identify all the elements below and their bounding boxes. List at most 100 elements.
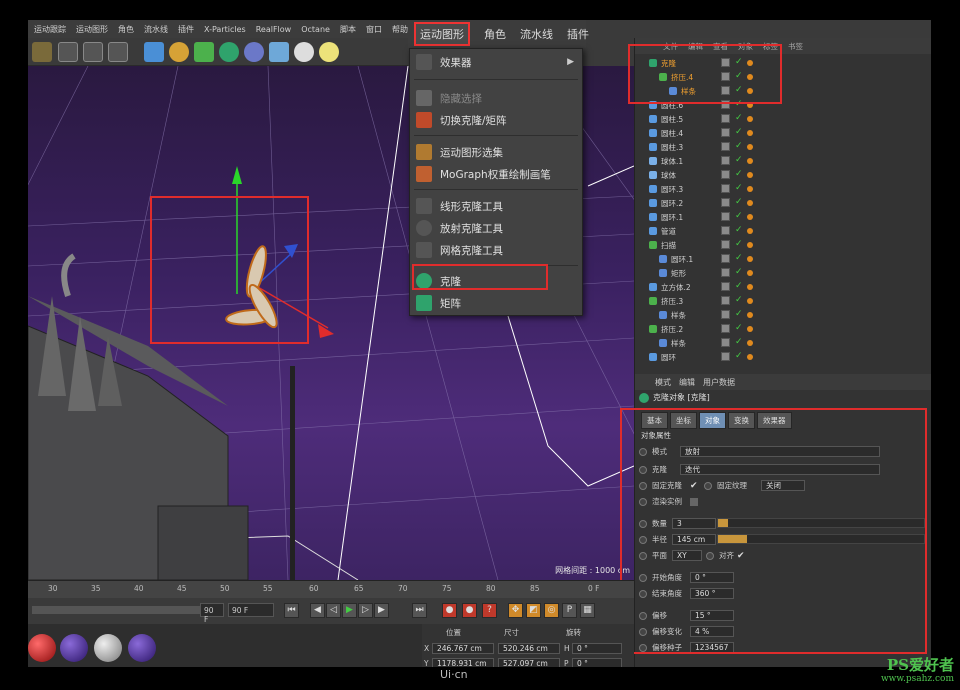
menu-plugins-zoomed[interactable]: 插件	[567, 26, 589, 42]
visibility-toggle[interactable]	[721, 324, 730, 333]
menu-item-linear-clone[interactable]: 线形克隆工具	[410, 195, 582, 217]
menu-item-grid-clone[interactable]: 网格克隆工具	[410, 239, 582, 261]
menu-xparticles[interactable]: X-Particles	[204, 25, 246, 34]
rotate-key-icon[interactable]: ◎	[544, 603, 559, 618]
menu-realflow[interactable]: RealFlow	[256, 25, 292, 34]
end-frame-input[interactable]: 90 F	[228, 603, 274, 617]
visibility-toggle[interactable]	[721, 128, 730, 137]
object-row[interactable]: 圆环.3 ✓	[635, 182, 931, 196]
menu-window[interactable]: 窗口	[366, 24, 382, 35]
visibility-toggle[interactable]	[721, 184, 730, 193]
material-tag-icon[interactable]	[747, 116, 753, 122]
menu-character[interactable]: 角色	[118, 24, 134, 35]
enable-check-icon[interactable]: ✓	[735, 183, 743, 193]
menu-item-radial-clone[interactable]: 放射克隆工具	[410, 217, 582, 239]
material-tag-icon[interactable]	[747, 158, 753, 164]
move-key-icon[interactable]: ✥	[508, 603, 523, 618]
enable-check-icon[interactable]: ✓	[735, 113, 743, 123]
material-tag-icon[interactable]	[747, 130, 753, 136]
material-tag-icon[interactable]	[747, 172, 753, 178]
prev-key-icon[interactable]: ◀	[310, 603, 325, 618]
visibility-toggle[interactable]	[721, 254, 730, 263]
am-menu-mode[interactable]: 模式	[655, 377, 671, 388]
object-row[interactable]: 圆柱.5 ✓	[635, 112, 931, 126]
enable-check-icon[interactable]: ✓	[735, 169, 743, 179]
am-menu-userdata[interactable]: 用户数据	[703, 377, 735, 388]
menu-octane[interactable]: Octane	[301, 25, 330, 34]
go-to-start-icon[interactable]: ⏮	[284, 603, 299, 618]
enable-check-icon[interactable]: ✓	[735, 351, 743, 361]
object-row[interactable]: 圆环 ✓	[635, 350, 931, 364]
enable-check-icon[interactable]: ✓	[735, 197, 743, 207]
material-red-swatch[interactable]	[28, 634, 56, 662]
enable-check-icon[interactable]: ✓	[735, 323, 743, 333]
menu-pipeline[interactable]: 流水线	[144, 24, 168, 35]
object-row[interactable]: 立方体.2 ✓	[635, 280, 931, 294]
material-tag-icon[interactable]	[747, 214, 753, 220]
y-size-input[interactable]: 527.097 cm	[498, 658, 560, 667]
light-icon[interactable]	[319, 42, 339, 62]
object-row[interactable]: 圆柱.4 ✓	[635, 126, 931, 140]
visibility-toggle[interactable]	[721, 114, 730, 123]
enable-check-icon[interactable]: ✓	[735, 281, 743, 291]
play-icon[interactable]: ▶	[342, 603, 357, 618]
menu-mograph-zoomed[interactable]: 运动图形	[414, 22, 470, 46]
visibility-toggle[interactable]	[721, 142, 730, 151]
material-tag-icon[interactable]	[747, 242, 753, 248]
cube-icon[interactable]	[144, 42, 164, 62]
enable-check-icon[interactable]: ✓	[735, 253, 743, 263]
timeline-range-slider[interactable]	[32, 606, 218, 614]
enable-check-icon[interactable]: ✓	[735, 337, 743, 347]
prev-frame-icon[interactable]: ◁	[326, 603, 341, 618]
visibility-toggle[interactable]	[721, 338, 730, 347]
enable-check-icon[interactable]: ✓	[735, 309, 743, 319]
enable-check-icon[interactable]: ✓	[735, 141, 743, 151]
scale-key-icon[interactable]: ◩	[526, 603, 541, 618]
visibility-toggle[interactable]	[721, 170, 730, 179]
object-row[interactable]: 圆环.1 ✓	[635, 210, 931, 224]
enable-check-icon[interactable]: ✓	[735, 295, 743, 305]
enable-check-icon[interactable]: ✓	[735, 211, 743, 221]
y-position-input[interactable]: 1178.931 cm	[432, 658, 494, 667]
menu-help[interactable]: 帮助	[392, 24, 408, 35]
visibility-toggle[interactable]	[721, 212, 730, 221]
menu-item-toggle-clone[interactable]: 切换克隆/矩阵	[410, 109, 582, 131]
material-tag-icon[interactable]	[747, 340, 753, 346]
material-tag-icon[interactable]	[747, 326, 753, 332]
object-row[interactable]: 球体 ✓	[635, 168, 931, 182]
menu-plugins[interactable]: 插件	[178, 24, 194, 35]
visibility-toggle[interactable]	[721, 352, 730, 361]
menu-item-hide-selection[interactable]: 隐藏选择	[410, 87, 582, 109]
floor-icon[interactable]	[269, 42, 289, 62]
pen-spline-icon[interactable]	[169, 42, 189, 62]
next-frame-icon[interactable]: ▷	[358, 603, 373, 618]
param-key-icon[interactable]: P	[562, 603, 577, 618]
menu-pipeline-zoomed[interactable]: 流水线	[520, 26, 553, 42]
render-view-icon[interactable]	[58, 42, 78, 62]
object-row[interactable]: 圆环.1 ✓	[635, 252, 931, 266]
object-row[interactable]: 样条 ✓	[635, 308, 931, 322]
material-purple-swatch-2[interactable]	[128, 634, 156, 662]
menu-item-mograph-selection[interactable]: 运动图形选集	[410, 141, 582, 163]
object-row[interactable]: 挤压.3 ✓	[635, 294, 931, 308]
h-rotation-input[interactable]: 0 °	[572, 643, 622, 654]
menu-mograph[interactable]: 运动图形	[76, 24, 108, 35]
am-menu-edit[interactable]: 编辑	[679, 377, 695, 388]
visibility-toggle[interactable]	[721, 226, 730, 235]
visibility-toggle[interactable]	[721, 156, 730, 165]
material-tag-icon[interactable]	[747, 144, 753, 150]
object-row[interactable]: 样条 ✓	[635, 336, 931, 350]
visibility-toggle[interactable]	[721, 310, 730, 319]
enable-check-icon[interactable]: ✓	[735, 155, 743, 165]
enable-check-icon[interactable]: ✓	[735, 239, 743, 249]
material-tag-icon[interactable]	[747, 270, 753, 276]
material-white-swatch[interactable]	[94, 634, 122, 662]
render-region-icon[interactable]	[32, 42, 52, 62]
material-tag-icon[interactable]	[747, 256, 753, 262]
visibility-toggle[interactable]	[721, 282, 730, 291]
mograph-cloner-icon[interactable]	[219, 42, 239, 62]
pla-key-icon[interactable]: ▦	[580, 603, 595, 618]
material-purple-swatch[interactable]	[60, 634, 88, 662]
record-icon[interactable]: ●	[442, 603, 457, 618]
menu-motion-tracking[interactable]: 运动跟踪	[34, 24, 66, 35]
